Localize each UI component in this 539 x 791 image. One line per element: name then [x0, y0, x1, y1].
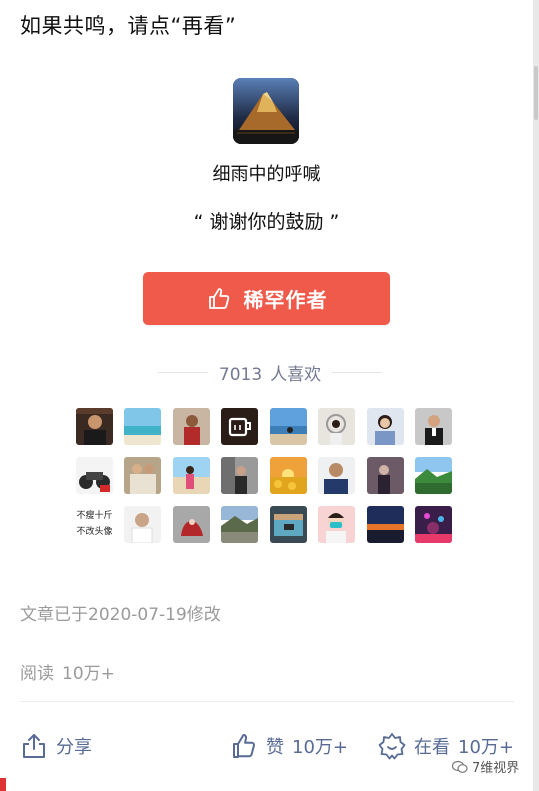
thumbs-up-icon — [208, 287, 229, 309]
liker-avatar[interactable] — [415, 457, 452, 494]
share-icon — [23, 734, 45, 758]
liker-avatar[interactable] — [270, 506, 307, 543]
read-count: 阅读 10万+ — [20, 659, 115, 684]
divider-right — [332, 371, 383, 373]
liker-avatar[interactable] — [173, 506, 210, 543]
liker-avatar[interactable] — [318, 506, 355, 543]
edge-fragment — [0, 778, 6, 791]
liker-avatar[interactable] — [415, 506, 452, 543]
reward-button-label: 稀罕作者 — [243, 288, 328, 312]
liker-avatar[interactable] — [221, 457, 258, 494]
reward-button[interactable]: 稀罕作者 — [143, 272, 390, 325]
share-button[interactable]: 分享 — [20, 726, 92, 766]
scrollbar-thumb[interactable] — [534, 66, 538, 120]
scrollbar[interactable] — [533, 0, 539, 791]
author-name[interactable]: 细雨中的呼喊 — [0, 160, 533, 186]
liker-avatar[interactable] — [124, 506, 161, 543]
liker-avatar[interactable] — [367, 506, 404, 543]
like-count: 10万+ — [292, 737, 348, 758]
likes-suffix: 人喜欢 — [270, 364, 322, 385]
modified-date: 文章已于2020-07-19修改 — [20, 605, 221, 625]
liker-avatar[interactable] — [173, 457, 210, 494]
divider-left — [158, 371, 208, 373]
liker-avatar[interactable] — [221, 408, 258, 445]
liker-avatar[interactable] — [76, 457, 113, 494]
liker-avatar[interactable] — [221, 506, 258, 543]
liker-avatar[interactable] — [415, 408, 452, 445]
liker-avatar[interactable] — [270, 457, 307, 494]
article-footer: 如果共鸣，请点“再看” 细雨中的呼喊 “ 谢谢你的鼓励 ” 稀罕作者 7013 … — [0, 0, 533, 791]
liker-avatar[interactable] — [367, 408, 404, 445]
wow-icon — [378, 733, 406, 760]
liker-avatar[interactable] — [124, 408, 161, 445]
liker-avatar[interactable] — [124, 457, 161, 494]
like-icon — [233, 734, 255, 758]
watermark: 7维视界 — [452, 757, 519, 776]
likes-count-row: 7013 人喜欢 — [158, 360, 383, 385]
read-count-value: 10万+ — [62, 664, 115, 684]
wow-label: 在看 — [414, 737, 450, 758]
footer-divider — [20, 701, 514, 702]
read-count-label: 阅读 — [20, 664, 54, 684]
closing-text: 如果共鸣，请点“再看” — [20, 14, 237, 38]
liker-avatar[interactable] — [367, 457, 404, 494]
share-label: 分享 — [56, 737, 92, 758]
wechat-icon — [452, 760, 468, 773]
liker-avatar[interactable] — [76, 408, 113, 445]
wow-count: 10万+ — [458, 737, 514, 758]
liker-avatar[interactable] — [173, 408, 210, 445]
liker-avatar[interactable] — [318, 408, 355, 445]
like-button[interactable]: 赞 10万+ — [230, 726, 348, 766]
reward-quote: “ 谢谢你的鼓励 ” — [193, 211, 340, 233]
like-label: 赞 — [266, 737, 284, 758]
liker-avatar[interactable] — [270, 408, 307, 445]
liker-avatar[interactable] — [318, 457, 355, 494]
likes-count: 7013 — [218, 364, 263, 385]
watermark-text: 7维视界 — [472, 761, 520, 776]
author-avatar[interactable] — [233, 78, 299, 144]
liker-avatar-text[interactable]: 不瘦十斤 不改头像 — [76, 506, 113, 543]
